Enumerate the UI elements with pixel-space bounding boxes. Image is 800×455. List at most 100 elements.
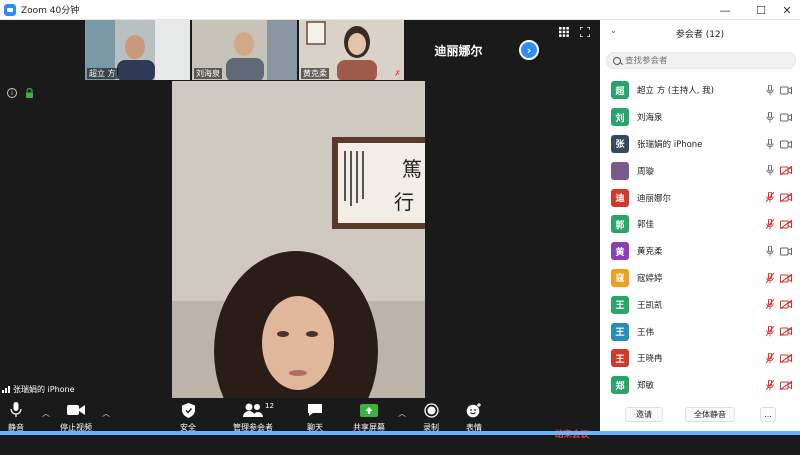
video-off-icon[interactable]: [780, 193, 792, 203]
search-icon: [613, 56, 621, 65]
participant-name: 郭佳: [637, 220, 655, 231]
muted-microphone-icon[interactable]: [766, 299, 774, 310]
video-off-icon[interactable]: [780, 166, 792, 176]
encryption-lock-icon[interactable]: [25, 87, 34, 98]
avatar: 寇: [611, 268, 629, 287]
participant-row[interactable]: 王王凯凯: [600, 291, 800, 318]
shield-icon: [181, 402, 195, 418]
video-area: 超立 方 刘海泉 黄克柔 ✗ 迪丽娜尔 › i 篤 行 张瑞娟的 iPhone …: [0, 20, 600, 455]
gallery-view-icon[interactable]: [558, 26, 570, 38]
microphone-icon[interactable]: [766, 111, 774, 123]
participants-panel: ⌄ 参会者 (12) 超超立 方 (主持人, 我)刘刘海泉张张瑞娟的 iPhon…: [600, 20, 800, 435]
stop-video-button[interactable]: 停止视频: [60, 402, 92, 433]
video-thumbnail[interactable]: 黄克柔 ✗: [299, 20, 404, 80]
video-camera-icon: [67, 402, 85, 418]
participant-name: 王伟: [637, 327, 655, 338]
thumbnail-strip: 超立 方 刘海泉 黄克柔 ✗ 迪丽娜尔: [85, 20, 511, 80]
muted-microphone-icon[interactable]: [766, 272, 774, 284]
thumbnail-name: 刘海泉: [194, 68, 222, 79]
video-off-icon[interactable]: [780, 353, 792, 363]
minimize-button[interactable]: —: [710, 0, 740, 20]
muted-microphone-icon[interactable]: [766, 379, 774, 391]
participant-row[interactable]: 寇寇婷婷: [600, 265, 800, 292]
record-button[interactable]: 录制: [423, 402, 439, 433]
svg-text:行: 行: [394, 190, 414, 214]
video-options-caret-icon[interactable]: ︿: [102, 408, 110, 419]
collapse-chevron-icon[interactable]: ⌄: [610, 26, 617, 35]
next-page-button[interactable]: ›: [519, 40, 539, 60]
video-off-icon[interactable]: [780, 380, 792, 390]
video-camera-icon[interactable]: [780, 113, 792, 122]
active-speaker-video: 篤 行: [172, 81, 425, 418]
video-camera-icon[interactable]: [780, 140, 792, 149]
video-off-icon[interactable]: [780, 300, 792, 310]
video-thumbnail[interactable]: 刘海泉: [192, 20, 297, 80]
chat-bubble-icon: [307, 402, 323, 418]
smiley-plus-icon: [466, 402, 482, 418]
microphone-icon[interactable]: [766, 138, 774, 150]
participants-icon: [243, 402, 263, 418]
video-thumbnail[interactable]: 超立 方: [85, 20, 190, 80]
audio-options-caret-icon[interactable]: ︿: [42, 408, 50, 419]
taskbar-accent-line: [0, 431, 800, 435]
fullscreen-icon[interactable]: [579, 26, 591, 38]
participant-name: 郑敏: [637, 381, 655, 392]
participant-count-badge: 12: [265, 402, 274, 410]
participant-row[interactable]: 郑郑敏: [600, 372, 800, 399]
panel-header: ⌄ 参会者 (12): [600, 20, 800, 46]
participant-row[interactable]: 迪迪丽娜尔: [600, 184, 800, 211]
video-thumbnail[interactable]: 迪丽娜尔: [406, 20, 511, 80]
window-title: Zoom 40分钟: [21, 6, 80, 16]
video-camera-icon[interactable]: [780, 86, 792, 95]
microphone-icon[interactable]: [766, 85, 774, 96]
avatar: 郭: [611, 215, 629, 234]
muted-microphone-icon[interactable]: [766, 352, 774, 364]
muted-microphone-icon[interactable]: [766, 192, 774, 203]
participant-row[interactable]: 超超立 方 (主持人, 我): [600, 77, 800, 104]
microphone-icon[interactable]: [766, 165, 774, 176]
participant-name: 王凯凯: [637, 300, 663, 311]
participant-row[interactable]: 王王伟: [600, 318, 800, 345]
speaker-video-image: 篤 行: [172, 81, 425, 418]
video-off-icon[interactable]: [780, 273, 792, 283]
video-off-icon[interactable]: [780, 219, 792, 229]
participant-name: 寇婷婷: [637, 273, 663, 284]
thumbnail-name: 迪丽娜尔: [434, 43, 483, 58]
avatar: 黄: [611, 242, 629, 261]
participant-row[interactable]: 黄黄克柔: [600, 238, 800, 265]
chat-button[interactable]: 聊天: [307, 402, 323, 433]
security-button[interactable]: 安全: [180, 402, 196, 433]
microphone-icon[interactable]: [766, 245, 774, 257]
share-options-caret-icon[interactable]: ︿: [398, 408, 406, 419]
participant-row[interactable]: 王王晓冉: [600, 345, 800, 372]
avatar: 张: [611, 134, 629, 153]
share-screen-button[interactable]: 共享屏幕: [353, 402, 385, 433]
participant-search[interactable]: [606, 52, 796, 69]
video-off-icon[interactable]: [780, 327, 792, 337]
panel-footer: 邀请 全体静音 ...: [600, 404, 800, 426]
more-options-button[interactable]: ...: [760, 407, 776, 422]
share-screen-icon: [360, 402, 378, 418]
video-camera-icon[interactable]: [780, 247, 792, 256]
svg-text:篤: 篤: [402, 157, 422, 181]
mute-all-button[interactable]: 全体静音: [685, 407, 735, 422]
participant-row[interactable]: 郭郭佳: [600, 211, 800, 238]
meeting-toolbar: 静音 ︿ 停止视频 ︿ 安全 管理参会者 12 聊天 共享屏幕 ︿ 录制 表情 …: [0, 398, 600, 455]
participant-row[interactable]: 刘刘海泉: [600, 104, 800, 131]
muted-microphone-icon[interactable]: [766, 218, 774, 230]
muted-microphone-icon[interactable]: [766, 326, 774, 337]
search-input[interactable]: [625, 55, 775, 66]
invite-button[interactable]: 邀请: [625, 407, 663, 422]
avatar: 郑: [611, 376, 629, 395]
record-icon: [423, 402, 439, 418]
close-button[interactable]: ✕: [772, 0, 800, 20]
thumbnail-name: 黄克柔: [301, 68, 329, 79]
zoom-logo-icon: [4, 3, 16, 16]
meeting-info-icon[interactable]: i: [7, 88, 17, 98]
avatar: 超: [611, 81, 629, 100]
participant-row[interactable]: 周璇: [600, 157, 800, 184]
participant-row[interactable]: 张张瑞娟的 iPhone: [600, 131, 800, 158]
reactions-button[interactable]: 表情: [466, 402, 482, 433]
avatar: 迪: [611, 188, 629, 207]
mute-button[interactable]: 静音: [8, 402, 24, 433]
